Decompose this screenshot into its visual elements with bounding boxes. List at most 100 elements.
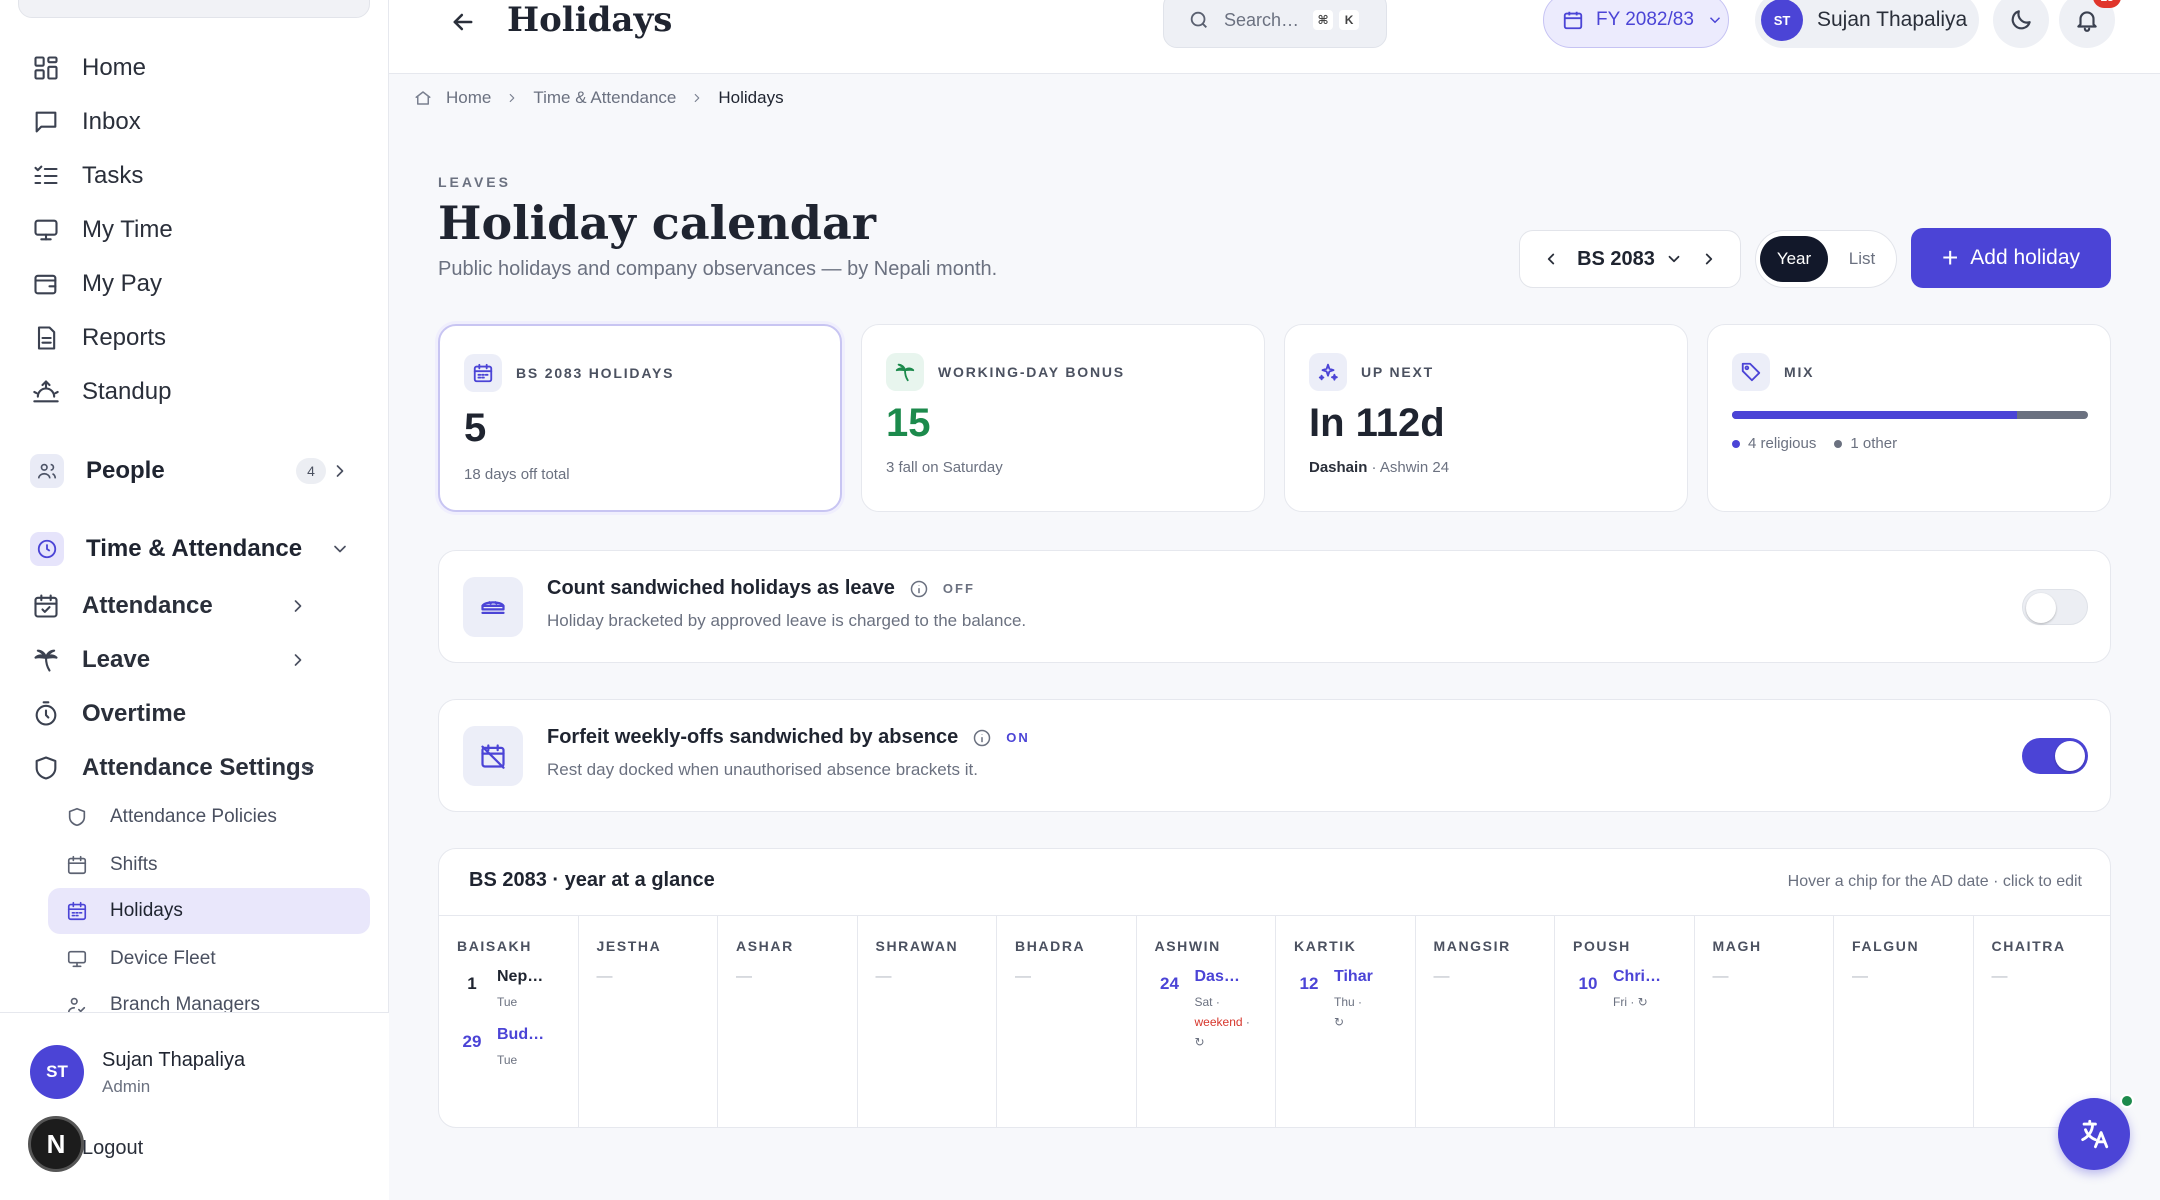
kbd-cmd: ⌘	[1313, 10, 1334, 30]
other-dot	[1834, 440, 1843, 449]
sandwich-icon	[463, 577, 523, 637]
chevron-right-icon	[695, 93, 700, 103]
back-arrow-icon[interactable]	[449, 8, 477, 36]
assistant-button[interactable]	[2058, 1098, 2130, 1170]
stat-card-bonus: WORKING-DAY BONUS 15 3 fall on Saturday	[861, 324, 1265, 512]
nav-leave[interactable]: Leave	[32, 640, 150, 680]
fiscal-year-label: FY 2082/83	[1596, 9, 1694, 30]
chevron-right-icon	[294, 654, 302, 666]
add-holiday-button[interactable]: + Add holiday	[1911, 228, 2111, 288]
stat-card-next: UP NEXT In 112d Dashain · Ashwin 24	[1284, 324, 1688, 512]
theme-toggle-button[interactable]	[1993, 0, 2049, 48]
nav-attendance[interactable]: Attendance	[32, 586, 213, 626]
nav-attendance-label: Attendance	[82, 592, 213, 619]
dev-tools-bubble[interactable]: N	[28, 1116, 84, 1172]
holiday-chip[interactable]: 29 Bud… Tue	[457, 1026, 578, 1070]
month-name: FALGUN	[1852, 938, 1920, 954]
palm-tree-icon	[886, 353, 924, 391]
holiday-chip[interactable]: 10 Chri… Fri · ↻	[1573, 968, 1694, 1012]
avatar[interactable]: ST	[30, 1045, 84, 1099]
notifications-button[interactable]: 13	[2059, 0, 2121, 48]
stat-holidays-label: BS 2083 HOLIDAYS	[516, 365, 675, 381]
month-column: BAISAKH 1 Nep… Tue 29 Bud… Tue	[439, 916, 579, 1127]
chevron-down-icon	[302, 764, 314, 772]
eyebrow-label: LEAVES	[438, 174, 511, 190]
nav-time-attendance[interactable]: Time & Attendance	[30, 528, 360, 570]
sidebar: Home Inbox Tasks My Time My Pay Reports …	[0, 0, 389, 1200]
nav-tasks-label: Tasks	[82, 162, 144, 189]
sandwich-toggle[interactable]	[2022, 589, 2088, 625]
online-status-dot	[2120, 1094, 2134, 1108]
shield-icon	[35, 756, 57, 780]
assistant-icon	[2081, 1119, 2109, 1149]
month-name: ASHWIN	[1154, 938, 1221, 954]
nav-overtime[interactable]: Overtime	[32, 694, 186, 734]
month-column: MAGH —	[1695, 916, 1834, 1127]
holiday-name: Tihar	[1334, 968, 1373, 985]
kbd-k: K	[1339, 10, 1360, 30]
chevron-right-icon[interactable]	[1700, 250, 1718, 268]
sub-shifts[interactable]: Shifts	[48, 842, 370, 888]
nav-my-time[interactable]: My Time	[32, 210, 173, 250]
nav-reports[interactable]: Reports	[32, 318, 166, 358]
message-icon	[35, 111, 57, 133]
holiday-day: 12	[1299, 974, 1319, 993]
nav-people[interactable]: People 4	[30, 450, 360, 492]
user-menu[interactable]: ST Sujan Thapaliya	[1755, 0, 1979, 48]
sunrise-icon	[33, 380, 59, 403]
recurring-icon: ↻	[1194, 1035, 1205, 1049]
nav-my-pay[interactable]: My Pay	[32, 264, 162, 304]
info-icon[interactable]	[909, 579, 929, 599]
breadcrumb: Home Time & Attendance Holidays	[414, 86, 784, 110]
nav-reports-label: Reports	[82, 324, 167, 351]
holiday-weekday: Fri · ↻	[1613, 995, 1648, 1009]
sub-device-fleet[interactable]: Device Fleet	[48, 936, 370, 982]
holiday-chip[interactable]: 24 Das… Sat · weekend · ↻	[1155, 968, 1276, 1052]
chevron-right-icon	[510, 93, 515, 103]
palm-tree-icon	[34, 649, 58, 672]
month-grid: BAISAKH 1 Nep… Tue 29 Bud… Tue JESTHA — ASHAR — SHR…	[439, 915, 2110, 1127]
empty-month-dash: —	[1015, 968, 1031, 985]
nav-inbox[interactable]: Inbox	[32, 102, 141, 142]
sub-attendance-policies[interactable]: Attendance Policies	[48, 794, 370, 840]
sandwich-state: OFF	[942, 581, 975, 596]
holiday-weekday: Sat ·	[1194, 995, 1220, 1009]
moon-icon	[2011, 10, 2031, 30]
view-list-button[interactable]: List	[1832, 236, 1892, 282]
glance-title: BS 2083 · year at a glance	[469, 869, 715, 891]
holiday-meta: Tue	[497, 1050, 544, 1070]
view-year-button[interactable]: Year	[1760, 236, 1828, 282]
holiday-chip[interactable]: 1 Nep… Tue	[457, 968, 578, 1012]
mix-other: 1 other	[1850, 435, 1898, 452]
sidebar-top-control[interactable]	[18, 0, 370, 18]
holiday-weekday: Tue	[497, 995, 518, 1009]
year-selector[interactable]: BS 2083	[1519, 230, 1741, 288]
nav-attendance-settings[interactable]: Attendance Settings	[32, 748, 314, 788]
sub-device-fleet-label: Device Fleet	[110, 948, 216, 969]
nav-standup[interactable]: Standup	[32, 372, 171, 412]
home-icon	[415, 91, 431, 105]
sub-holidays[interactable]: Holidays	[48, 888, 370, 934]
year-at-a-glance: BS 2083 · year at a glance Hover a chip …	[438, 848, 2111, 1128]
info-icon[interactable]	[972, 728, 992, 748]
holiday-chip[interactable]: 12 Tihar Thu · ↻	[1294, 968, 1415, 1032]
stat-bonus-value: 15	[886, 401, 931, 445]
breadcrumb-home[interactable]: Home	[446, 88, 491, 108]
breadcrumb-section[interactable]: Time & Attendance	[533, 88, 676, 108]
nav-tasks[interactable]: Tasks	[32, 156, 143, 196]
search-input[interactable]: Search… ⌘ K	[1163, 0, 1387, 48]
logout-button[interactable]: Logout	[82, 1137, 143, 1160]
chevron-left-icon[interactable]	[1542, 250, 1560, 268]
mix-progress-bar	[1732, 411, 2088, 419]
forfeit-toggle[interactable]	[2022, 738, 2088, 774]
avatar: ST	[1761, 0, 1803, 41]
people-count-badge: 4	[296, 458, 326, 484]
monitor-icon	[34, 219, 58, 241]
fiscal-year-selector[interactable]: FY 2082/83	[1543, 0, 1729, 48]
holiday-meta: Fri · ↻	[1613, 992, 1661, 1012]
nav-home[interactable]: Home	[32, 48, 146, 88]
stat-card-holidays[interactable]: BS 2083 HOLIDAYS 5 18 days off total	[438, 324, 842, 512]
nav-home-label: Home	[82, 54, 147, 81]
holiday-weekday: Tue	[497, 1053, 518, 1067]
chevron-down-icon	[1709, 17, 1720, 24]
